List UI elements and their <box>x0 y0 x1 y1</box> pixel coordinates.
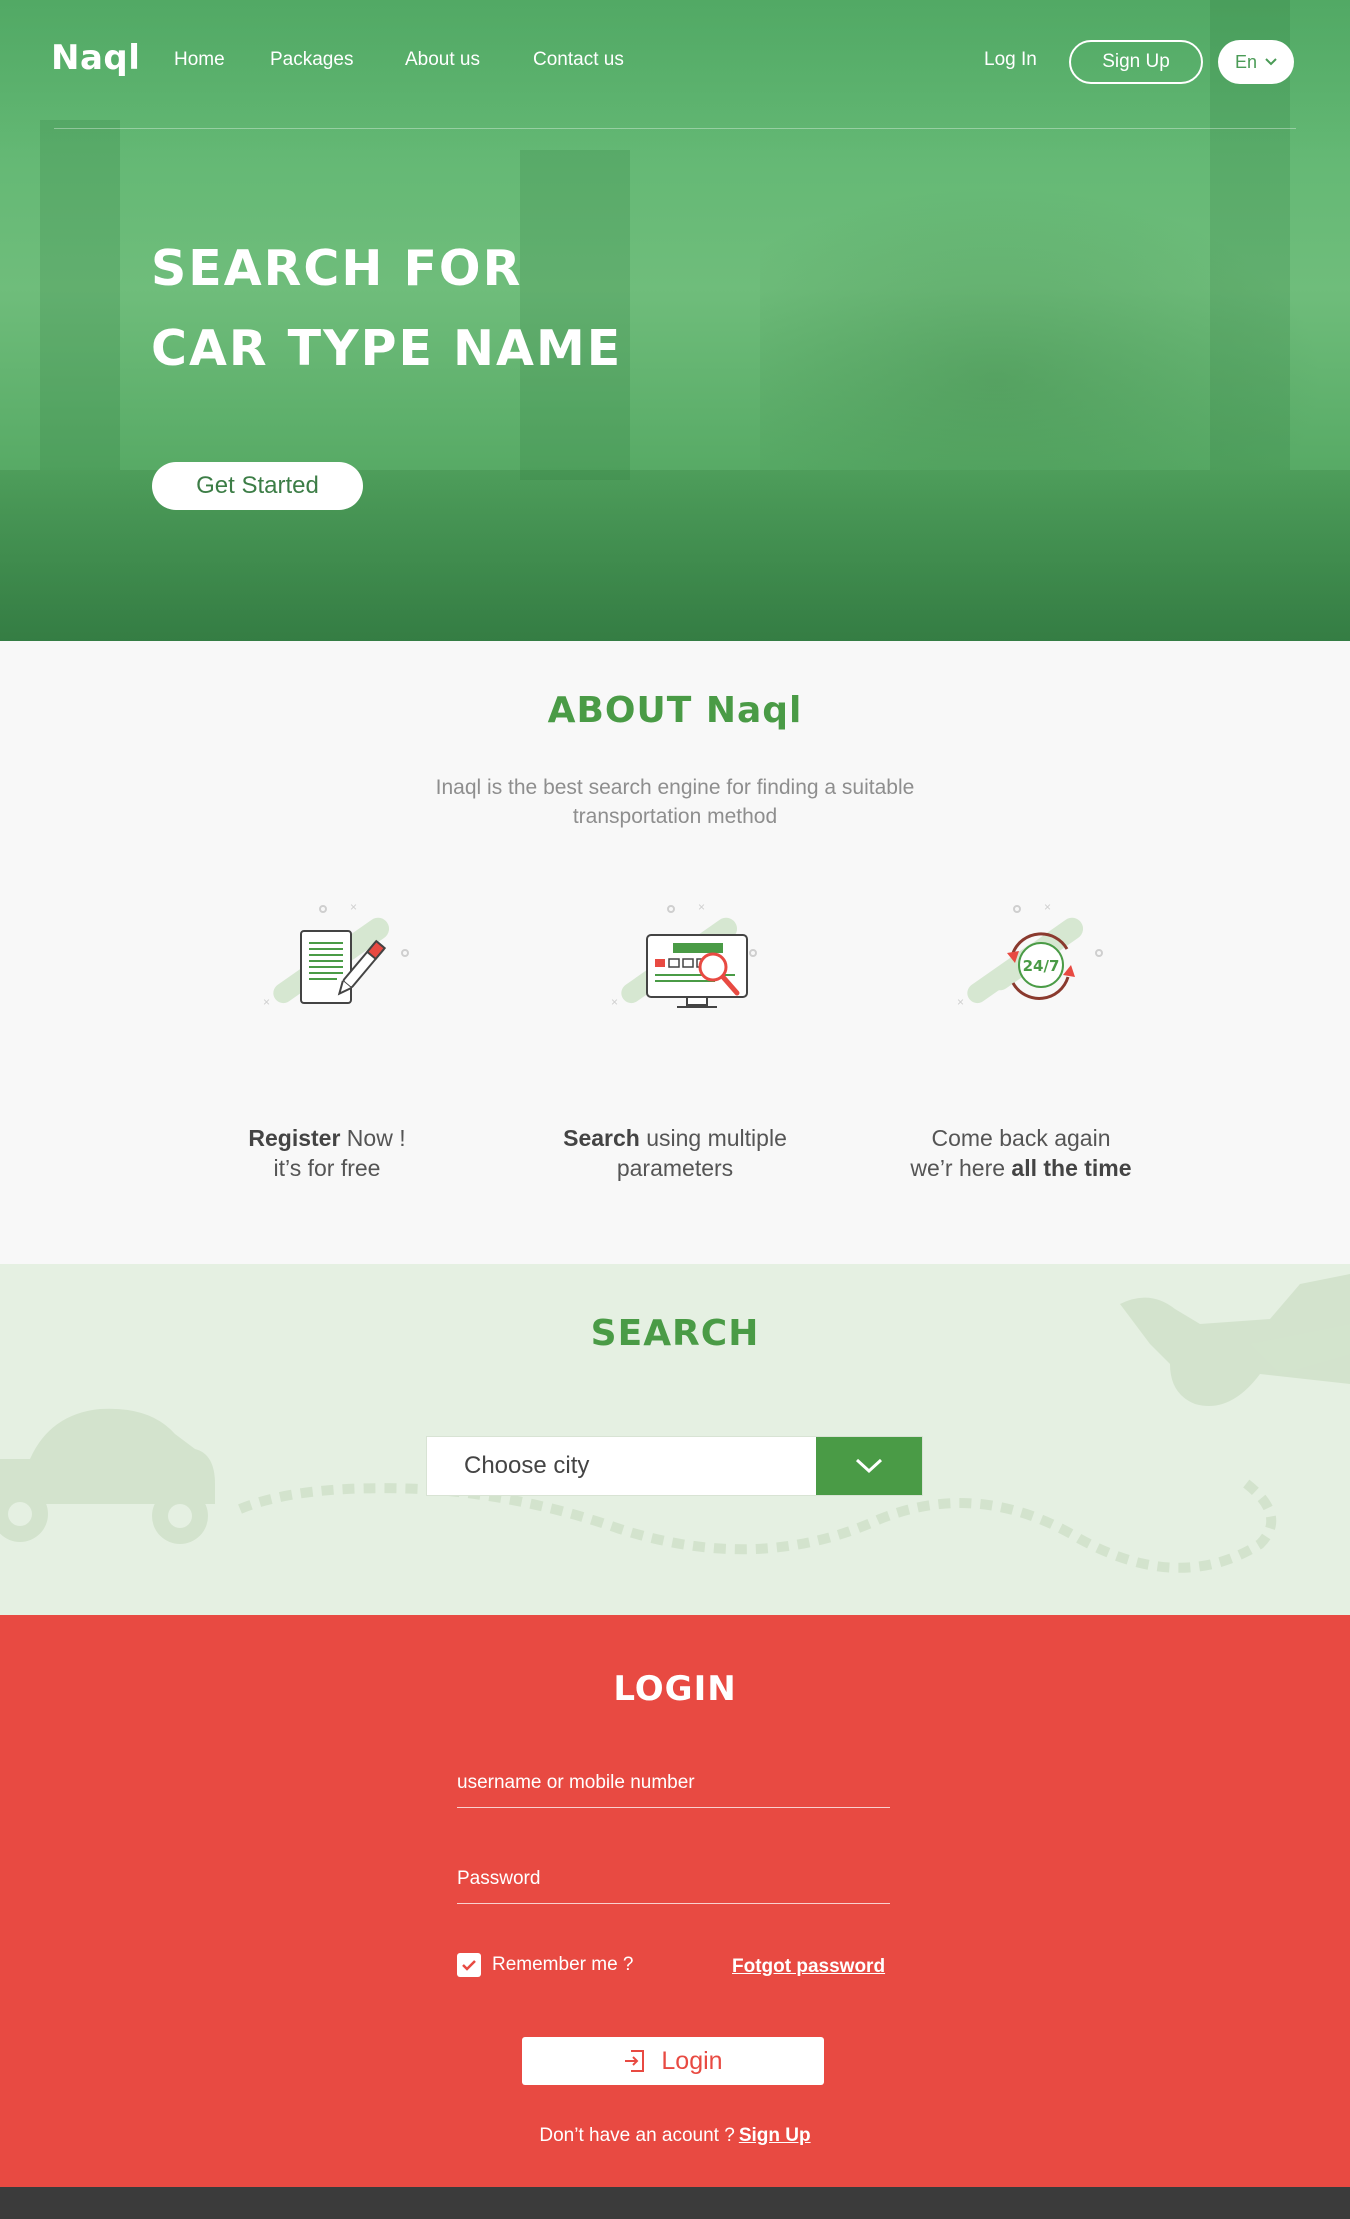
svg-text:×: × <box>611 995 618 1009</box>
feature-register: × × Register Now ! it’s for free <box>177 891 477 1183</box>
feature-search-caption: Search using multiple parameters <box>525 1123 825 1183</box>
login-link[interactable]: Log In <box>984 49 1037 71</box>
hero-background-pillar <box>40 120 120 470</box>
password-field[interactable] <box>457 1854 890 1904</box>
login-button[interactable]: Login <box>522 2037 824 2085</box>
signup-link[interactable]: Sign Up <box>739 2125 811 2146</box>
register-icon: × × <box>237 891 469 1041</box>
search-monitor-icon: × × <box>585 891 765 1041</box>
svg-text:×: × <box>957 995 964 1009</box>
language-label: En <box>1234 51 1258 72</box>
signup-button[interactable]: Sign Up <box>1069 40 1203 84</box>
feature-search-line2: parameters <box>616 1155 734 1181</box>
search-section: SEARCH Choose city <box>0 1264 1350 1615</box>
feature-search-bold: Search <box>563 1125 640 1151</box>
hero-background-pillar <box>520 150 630 480</box>
feature-search-text: using multiple <box>639 1125 787 1151</box>
city-select-label: Choose city <box>464 1452 590 1479</box>
nav-link-contact[interactable]: Contact us <box>533 49 624 71</box>
site-logo[interactable]: Naql <box>51 38 140 78</box>
forgot-password-link[interactable]: Fotgot password <box>732 1956 885 1978</box>
remember-me[interactable]: Remember me ? <box>457 1953 634 1977</box>
city-select[interactable]: Choose city <box>426 1436 923 1496</box>
hero-background-trees <box>760 170 1350 470</box>
search-title: SEARCH <box>590 1313 760 1354</box>
feature-always-caption: Come back again we’r here all the time <box>871 1123 1171 1183</box>
feature-register-text: Now ! <box>340 1125 406 1151</box>
nav-link-home[interactable]: Home <box>174 49 225 71</box>
password-input[interactable] <box>457 1854 890 1903</box>
feature-search: × × Search using multiple parameters <box>525 891 825 1183</box>
hero-section: Naql Home Packages About us Contact us L… <box>0 0 1350 641</box>
svg-text:×: × <box>263 995 270 1009</box>
chevron-down-icon <box>855 1458 883 1474</box>
about-title: ABOUT Naql <box>547 690 803 731</box>
chevron-down-icon <box>1265 58 1277 66</box>
checkmark-icon <box>462 1959 476 1971</box>
no-account-text: Don’t have an acount ? <box>539 2125 735 2146</box>
login-icon <box>625 2050 645 2072</box>
login-section: LOGIN Remember me ? Fotgot password Logi… <box>0 1615 1350 2187</box>
login-title: LOGIN <box>613 1669 737 1709</box>
remember-label: Remember me ? <box>492 1954 634 1975</box>
nav-link-about[interactable]: About us <box>405 49 480 71</box>
feature-register-bold: Register <box>248 1125 341 1151</box>
nav-link-packages[interactable]: Packages <box>270 49 353 71</box>
about-description: Inaql is the best search engine for find… <box>435 776 915 828</box>
username-input[interactable] <box>457 1758 890 1807</box>
svg-text:×: × <box>1044 900 1051 914</box>
get-started-button[interactable]: Get Started <box>152 462 363 510</box>
feature-register-caption: Register Now ! it’s for free <box>177 1123 477 1183</box>
hero-title-line2: CAR TYPE NAME <box>151 320 623 377</box>
about-section: ABOUT Naql Inaql is the best search engi… <box>0 641 1350 1264</box>
feature-always-bold: all the time <box>1011 1155 1132 1181</box>
hero-title-line1: SEARCH FOR <box>151 240 523 297</box>
footer <box>0 2187 1350 2219</box>
navbar-divider <box>54 128 1296 129</box>
login-button-label: Login <box>661 2046 723 2075</box>
svg-text:×: × <box>350 900 357 914</box>
remember-checkbox[interactable] <box>457 1953 481 1977</box>
language-selector[interactable]: En <box>1218 40 1294 84</box>
clock-24-7-icon: × × 24/7 <box>931 891 1111 1041</box>
clock-badge-text: 24/7 <box>1023 957 1060 975</box>
city-select-toggle[interactable] <box>816 1437 922 1495</box>
top-navbar: Naql Home Packages About us Contact us L… <box>0 0 1350 128</box>
feature-always-line1: Come back again <box>931 1125 1111 1151</box>
feature-register-line2: it’s for free <box>273 1155 381 1181</box>
feature-always: × × 24/7 Come back again we’r here all t… <box>871 891 1171 1183</box>
svg-text:×: × <box>698 900 705 914</box>
feature-always-text: we’r here <box>910 1155 1012 1181</box>
username-field[interactable] <box>457 1758 890 1808</box>
signup-prompt: Don’t have an acount ? Sign Up <box>0 2125 1350 2147</box>
